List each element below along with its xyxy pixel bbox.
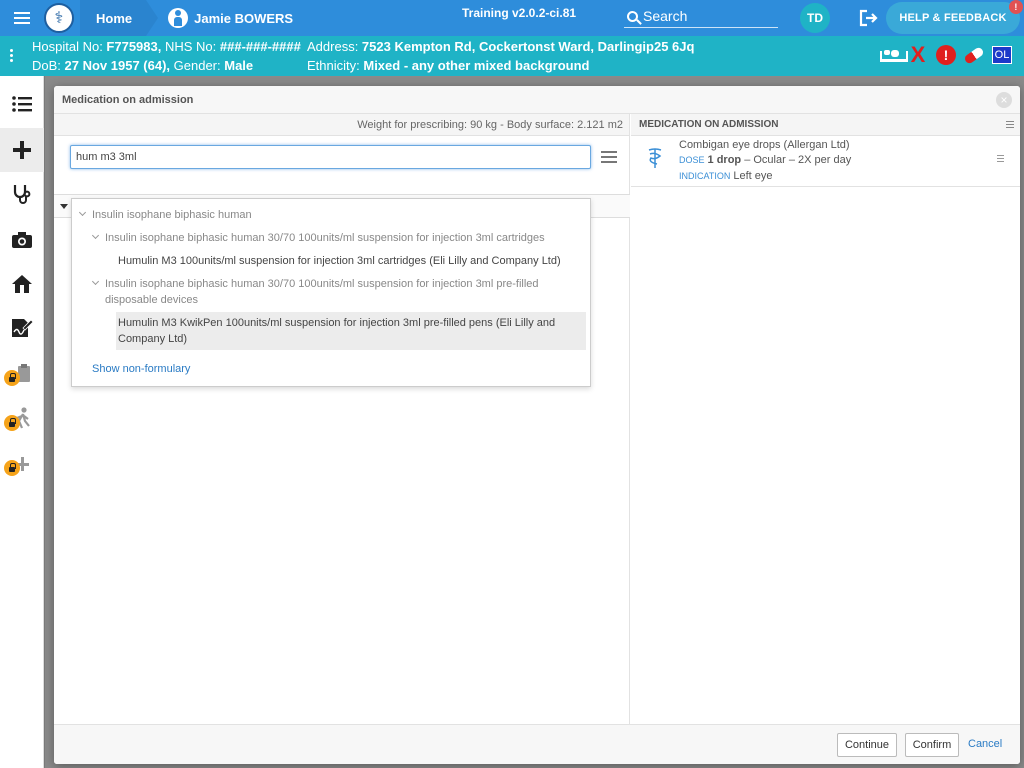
banner-ethnicity: Ethnicity: Mixed - any other mixed backg… [307, 58, 589, 73]
pill-icon[interactable] [963, 45, 985, 65]
signature-icon[interactable] [0, 306, 44, 350]
stethoscope-icon[interactable] [0, 172, 44, 216]
help-badge: ! [1009, 0, 1023, 14]
result-group-2-label: Insulin isophane biphasic human 30/70 10… [105, 232, 545, 244]
alert-icon[interactable]: ! [936, 45, 956, 65]
medication-menu-icon[interactable] [997, 155, 1004, 164]
dob-label: DoB: [32, 58, 65, 73]
dose-details: – Ocular – 2X per day [741, 154, 852, 166]
medication-search-input[interactable] [70, 145, 591, 169]
medication-modal: Medication on admission × Weight for pre… [54, 86, 1020, 764]
dose-value: 1 drop [707, 154, 742, 166]
medication-row[interactable]: Combigan eye drops (Allergan Ltd) DOSE 1 … [631, 136, 1020, 187]
cancel-link[interactable]: Cancel [968, 738, 1002, 750]
dose-tag: DOSE [679, 155, 705, 165]
search-options-icon[interactable] [601, 151, 617, 163]
lock-icon [4, 460, 20, 476]
medication-name: Combigan eye drops (Allergan Ltd) [679, 139, 850, 151]
weight-info: Weight for prescribing: 90 kg - Body sur… [54, 114, 629, 136]
caret-down-icon [60, 204, 68, 209]
result-group-1-label: Insulin isophane biphasic human [92, 209, 252, 221]
banner-alert-icons: X ! OL [880, 44, 1012, 66]
patient-name: Jamie BOWERS [194, 10, 294, 26]
search-results-dropdown: Insulin isophane biphasic human Insulin … [71, 198, 591, 387]
breadcrumb-home[interactable]: Home [80, 0, 159, 36]
result-item-kwikpen[interactable]: Humulin M3 KwikPen 100units/ml suspensio… [116, 312, 586, 350]
banner-address: Address: 7523 Kempton Rd, Cockertonst Wa… [307, 39, 694, 54]
breadcrumb-patient[interactable]: Jamie BOWERS [146, 8, 293, 28]
result-group-2[interactable]: Insulin isophane biphasic human 30/70 10… [91, 230, 545, 246]
address-value: 7523 Kempton Rd, Cockertonst Ward, Darli… [361, 39, 695, 54]
patient-banner: Hospital No: F775983, NHS No: ###-###-##… [0, 36, 1024, 76]
result-group-3[interactable]: Insulin isophane biphasic human 30/70 10… [91, 276, 539, 292]
ethnicity-value: Mixed - any other mixed background [363, 58, 590, 73]
modal-header: Medication on admission [54, 86, 1020, 114]
lock-icon [4, 370, 20, 386]
medication-indication: INDICATION Left eye [679, 170, 772, 182]
list-menu-icon[interactable] [1006, 121, 1014, 130]
indication-value: Left eye [733, 170, 773, 182]
banner-dob: DoB: 27 Nov 1957 (64), Gender: Male [32, 58, 253, 73]
home-icon[interactable] [0, 262, 44, 306]
admission-list-pane: MEDICATION ON ADMISSION Combigan eye dro… [631, 114, 1020, 724]
modal-title: Medication on admission [62, 93, 194, 106]
top-bar: ⚕ Home Jamie BOWERS Training v2.0.2-ci.8… [0, 0, 1024, 36]
gender-value: Male [224, 58, 254, 73]
hamburger-menu-icon[interactable] [0, 0, 44, 36]
close-icon[interactable]: × [996, 92, 1012, 108]
medicine-icon [648, 148, 662, 168]
left-nav [0, 76, 44, 768]
chevron-down-icon [91, 231, 100, 240]
result-item-kwikpen-line1: Humulin M3 KwikPen 100units/ml suspensio… [118, 317, 556, 329]
show-non-formulary-link[interactable]: Show non-formulary [92, 363, 190, 375]
app-logo[interactable]: ⚕ [44, 3, 74, 33]
result-group-3-label-cont: disposable devices [105, 294, 198, 306]
admission-list-title: MEDICATION ON ADMISSION [639, 119, 779, 130]
confirm-button[interactable]: Confirm [905, 733, 959, 757]
search-icon [627, 10, 638, 22]
x-icon[interactable]: X [908, 44, 928, 66]
continue-button[interactable]: Continue [837, 733, 897, 757]
result-item-cartridges[interactable]: Humulin M3 100units/ml suspension for in… [118, 253, 561, 269]
hospital-value: F775983, [106, 39, 162, 54]
global-search[interactable]: Search [624, 5, 778, 28]
help-feedback-button[interactable]: HELP & FEEDBACK ! [886, 0, 1023, 34]
user-avatar[interactable]: TD [800, 3, 830, 33]
result-item-kwikpen-line2: Company Ltd) [118, 333, 188, 345]
admission-list-header: MEDICATION ON ADMISSION [631, 114, 1020, 136]
logout-icon[interactable] [858, 8, 880, 28]
dob-value: 27 Nov 1957 (64), [64, 58, 171, 73]
search-pane: Weight for prescribing: 90 kg - Body sur… [54, 114, 630, 724]
ethnicity-label: Ethnicity: [307, 58, 364, 73]
lock-icon [4, 415, 20, 431]
banner-ids: Hospital No: F775983, NHS No: ###-###-##… [32, 39, 301, 54]
camera-icon[interactable] [0, 218, 44, 262]
result-group-1[interactable]: Insulin isophane biphasic human [78, 207, 252, 223]
modal-footer: Continue Confirm Cancel [54, 724, 1020, 764]
list-icon[interactable] [0, 82, 44, 126]
hospital-label: Hospital No: [32, 39, 107, 54]
bed-icon[interactable] [880, 45, 908, 65]
result-group-3-label: Insulin isophane biphasic human 30/70 10… [105, 278, 539, 290]
indication-tag: INDICATION [679, 171, 731, 181]
chevron-down-icon [91, 277, 100, 286]
medication-dose: DOSE 1 drop – Ocular – 2X per day [679, 154, 851, 166]
nhs-value: ###-###-#### [219, 39, 301, 54]
person-icon [168, 8, 189, 28]
home-label: Home [96, 10, 133, 26]
version-label: Training v2.0.2-ci.81 [462, 6, 577, 20]
help-label: HELP & FEEDBACK [899, 12, 1007, 24]
ol-icon[interactable]: OL [992, 46, 1012, 64]
address-label: Address: [307, 39, 362, 54]
nhs-label: NHS No: [161, 39, 220, 54]
gender-label: Gender: [170, 58, 225, 73]
banner-menu-icon[interactable] [10, 49, 14, 64]
search-label: Search [643, 8, 688, 24]
chevron-down-icon [78, 208, 87, 217]
plus-icon[interactable] [0, 128, 44, 172]
